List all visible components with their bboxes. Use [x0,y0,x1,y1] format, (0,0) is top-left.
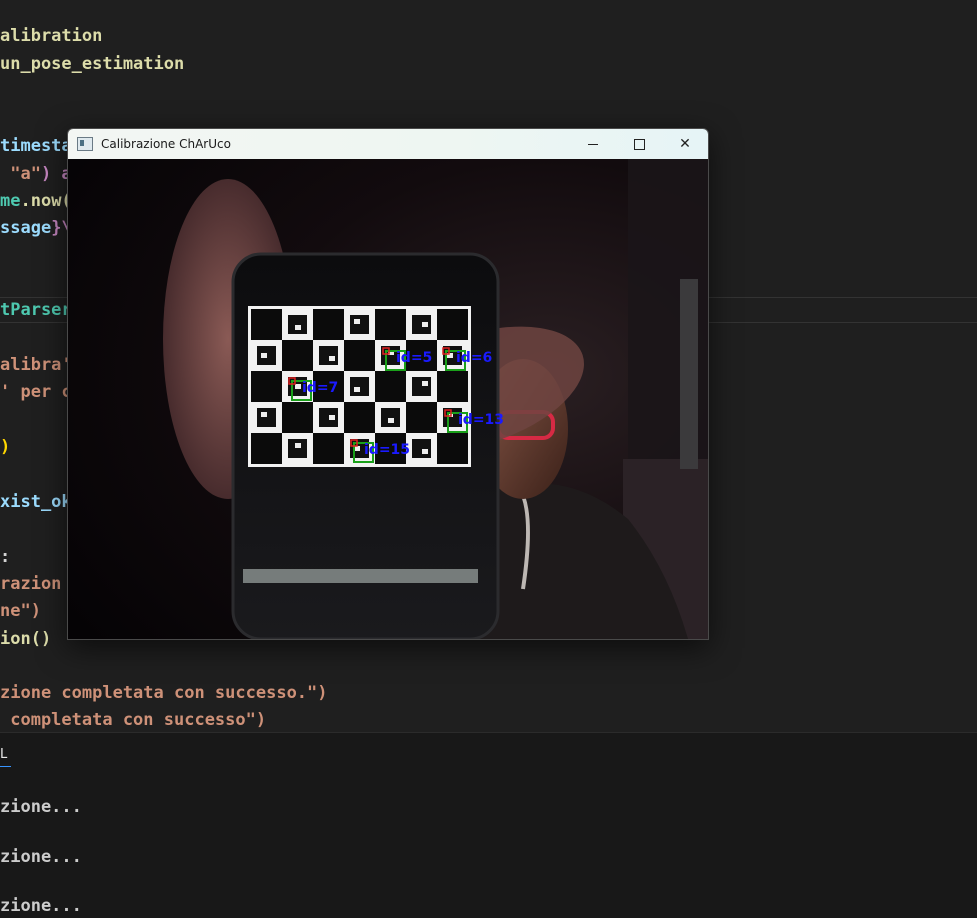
marker-label: id=5 [396,350,432,366]
aruco-bit [388,418,394,423]
board-square [344,402,375,433]
terminal-panel[interactable]: L zione... zione... zione... [0,732,977,918]
code-line: timesta [0,132,72,160]
code-token: "a" [0,164,41,184]
aruco-marker [319,346,338,365]
close-button[interactable]: ✕ [662,129,708,159]
aruco-bit [329,415,335,420]
aruco-bit [261,412,267,417]
aruco-marker [350,315,369,334]
terminal-line: zione... [0,896,82,916]
marker-label: id=13 [458,412,504,428]
board-square [406,402,437,433]
code-token: ne") [0,601,41,621]
code-token: tParser [0,300,72,320]
code-token: ion() [0,629,52,649]
code-line: completata con successo") [0,706,266,734]
code-token: ' per c [0,382,72,402]
aruco-bit [329,356,335,361]
code-line: "a") a [0,160,71,188]
minimize-button[interactable] [570,129,616,159]
aruco-bit [295,384,301,389]
code-token: ssage [0,218,52,238]
code-token: un_pose_estimation [0,54,185,74]
code-line: ) [0,433,10,461]
code-token: : [0,547,11,567]
code-line: alibra' [0,351,72,379]
terminal-line: zione... [0,797,82,817]
code-line: ssage}\ [0,214,72,242]
window-title: Calibrazione ChArUco [101,137,231,151]
board-square [437,433,468,464]
aruco-marker [350,377,369,396]
board-square [282,340,313,371]
maximize-button[interactable] [616,129,662,159]
board-square [251,433,282,464]
aruco-bit [354,319,360,324]
code-token: razion [0,574,62,594]
camera-feed: id=5 id=6 id=7 id=13 id=15 [68,159,708,639]
aruco-marker [288,315,307,334]
phone-bar [243,569,478,583]
board-square [437,309,468,340]
board-square [344,340,375,371]
board-square [251,371,282,402]
code-token: me [0,191,21,211]
tab-terminal[interactable]: L [0,747,11,767]
code-token: .now( [20,191,72,211]
code-line: tParser [0,296,72,324]
aruco-marker [257,408,276,427]
code-line: : [0,543,10,571]
window-titlebar[interactable]: Calibrazione ChArUco ✕ [68,129,708,159]
board-square [375,309,406,340]
code-line: ' per c [0,378,72,406]
board-square [313,433,344,464]
marker-label: id=7 [302,380,338,396]
code-token: alibra' [0,355,72,375]
aruco-bit [295,325,301,330]
code-line: ne") [0,597,41,625]
aruco-bit [422,381,428,386]
aruco-bit [295,443,301,448]
code-token: zione completata con successo.") [0,683,328,703]
code-line: xist_ok [0,488,72,516]
aruco-bit [261,353,267,358]
aruco-marker [412,439,431,458]
code-line: zione completata con successo.") [0,679,328,707]
aruco-marker [288,439,307,458]
code-token: alibration [0,26,103,46]
code-line: me.now( [0,187,72,215]
app-icon [77,137,93,151]
code-line: razion [0,570,61,598]
marker-label: id=6 [456,350,492,366]
board-square [437,371,468,402]
code-token: timesta [0,136,72,156]
code-token: ) [0,437,11,457]
code-line: alibration [0,22,102,50]
aruco-marker [319,408,338,427]
aruco-marker [412,315,431,334]
calibration-window[interactable]: Calibrazione ChArUco ✕ id=5 id=6 id=7 id… [67,128,709,640]
board-square [282,402,313,433]
aruco-bit [422,449,428,454]
board-square [313,309,344,340]
window-controls: ✕ [570,129,708,159]
aruco-marker [381,408,400,427]
code-token: completata con successo") [0,710,267,730]
code-line: ion() [0,625,51,653]
aruco-bit [354,387,360,392]
terminal-line: zione... [0,847,82,867]
board-square [375,371,406,402]
aruco-marker [412,377,431,396]
code-token: xist_ok [0,492,72,512]
code-line: un_pose_estimation [0,50,184,78]
aruco-bit [422,322,428,327]
board-square [251,309,282,340]
marker-label: id=15 [364,442,410,458]
close-icon: ✕ [679,136,691,152]
radiator [680,279,698,469]
